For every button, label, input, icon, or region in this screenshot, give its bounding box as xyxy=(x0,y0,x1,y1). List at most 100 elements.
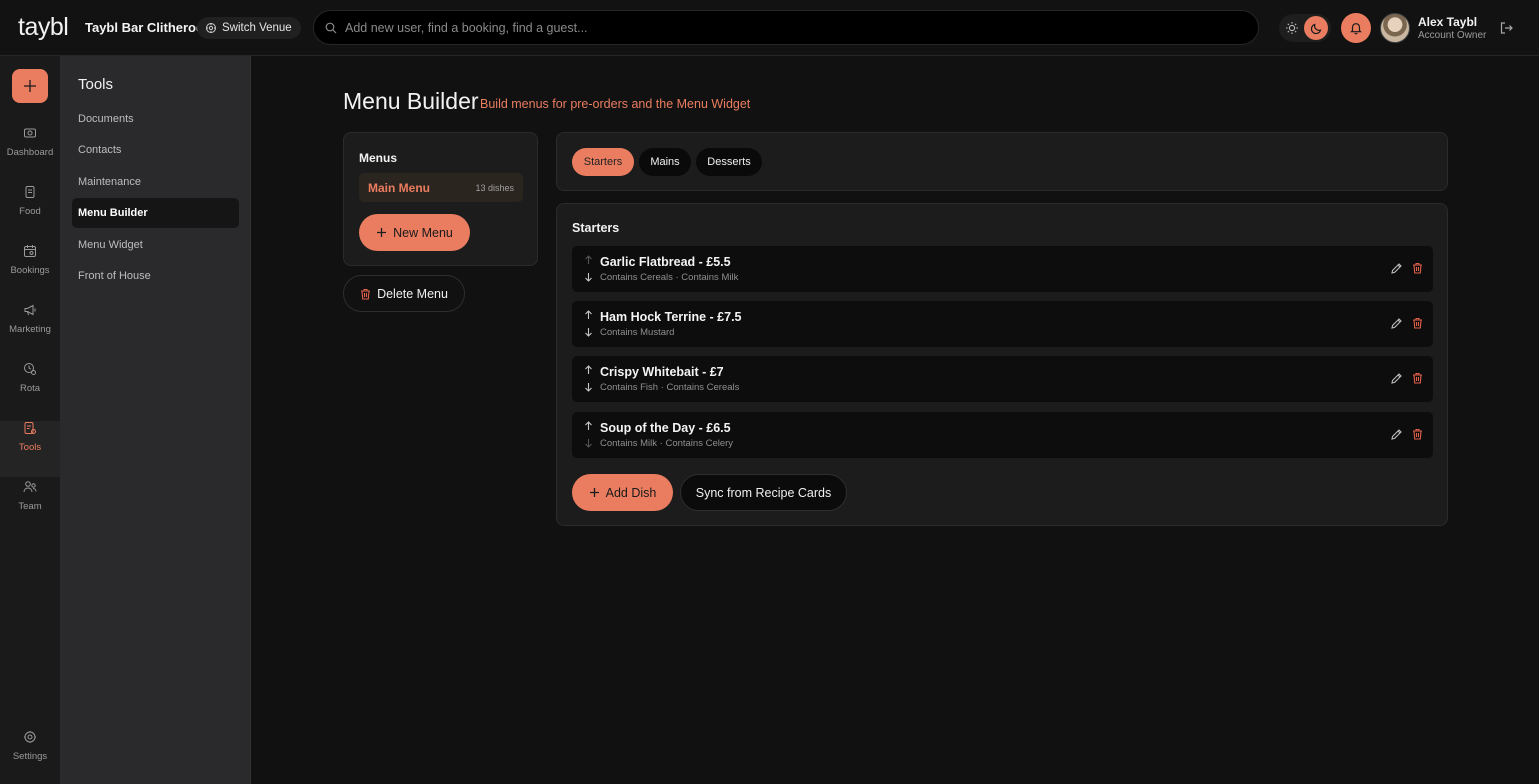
logout-icon[interactable] xyxy=(1499,21,1513,35)
notifications-button[interactable] xyxy=(1341,13,1371,43)
search-placeholder: Add new user, find a booking, find a gue… xyxy=(345,20,588,35)
menu-item-main-menu[interactable]: Main Menu 13 dishes xyxy=(359,173,523,202)
switch-venue-label: Switch Venue xyxy=(222,22,292,34)
tool-item-contacts[interactable]: Contacts xyxy=(72,135,239,165)
gear-icon xyxy=(0,730,60,744)
nav-label: Marketing xyxy=(9,324,51,335)
nav-label: Settings xyxy=(12,751,48,762)
tool-item-documents[interactable]: Documents xyxy=(72,104,239,134)
move-down-icon[interactable] xyxy=(584,272,593,282)
moon-icon[interactable] xyxy=(1304,16,1328,40)
avatar[interactable] xyxy=(1380,13,1410,43)
global-search-input[interactable]: Add new user, find a booking, find a gue… xyxy=(313,10,1259,45)
move-down-icon[interactable] xyxy=(584,382,593,392)
sun-icon[interactable] xyxy=(1285,21,1299,35)
nav-settings[interactable]: Settings xyxy=(0,730,60,784)
trash-icon[interactable] xyxy=(1412,262,1423,274)
sync-recipe-cards-button[interactable]: Sync from Recipe Cards xyxy=(680,474,847,511)
nav-bookings[interactable]: Bookings xyxy=(0,244,60,300)
move-up-icon[interactable] xyxy=(584,310,593,320)
bell-icon xyxy=(1349,21,1363,35)
dish-allergens: Contains Cereals · Contains Milk xyxy=(600,272,739,283)
search-icon xyxy=(325,22,337,34)
new-menu-button[interactable]: New Menu xyxy=(359,214,470,251)
nav-label: Tools xyxy=(18,442,42,453)
menus-card: Menus Main Menu 13 dishes New Menu xyxy=(343,132,538,266)
rota-icon xyxy=(0,362,60,376)
move-down-icon[interactable] xyxy=(584,438,593,448)
page-title: Menu Builder xyxy=(343,88,479,114)
taybl-logo[interactable]: taybl xyxy=(18,13,69,42)
dish-name: Crispy Whitebait - £7 xyxy=(600,365,724,379)
course-tabs-card: Starters Mains Desserts xyxy=(556,132,1448,191)
page-subtitle: Build menus for pre-orders and the Menu … xyxy=(480,97,751,111)
pencil-icon[interactable] xyxy=(1390,428,1403,441)
plus-icon xyxy=(589,487,600,498)
icon-rail: Dashboard Food Bookings Marketing Rota T… xyxy=(0,56,60,784)
dish-allergens: Contains Fish · Contains Cereals xyxy=(600,382,740,393)
section-heading: Starters xyxy=(572,221,620,235)
switch-venue-icon xyxy=(205,22,217,34)
new-menu-label: New Menu xyxy=(393,225,453,240)
nav-tools[interactable]: Tools xyxy=(0,421,60,477)
dish-row: Garlic Flatbread - £5.5 Contains Cereals… xyxy=(572,246,1433,292)
menu-item-count: 13 dishes xyxy=(475,182,514,193)
plus-icon xyxy=(22,78,38,94)
tab-mains[interactable]: Mains xyxy=(639,148,691,176)
dish-name: Soup of the Day - £6.5 xyxy=(600,421,731,435)
delete-menu-label: Delete Menu xyxy=(377,286,448,301)
dashboard-icon xyxy=(0,126,60,140)
tool-item-menu-widget[interactable]: Menu Widget xyxy=(72,230,239,260)
pencil-icon[interactable] xyxy=(1390,372,1403,385)
menus-heading: Menus xyxy=(359,151,398,165)
user-name: Alex Taybl xyxy=(1418,15,1478,29)
tools-sidebar: Tools Documents Contacts Maintenance Men… xyxy=(60,56,251,784)
nav-marketing[interactable]: Marketing xyxy=(0,303,60,359)
move-up-icon[interactable] xyxy=(584,365,593,375)
add-dish-button[interactable]: Add Dish xyxy=(572,474,673,511)
move-up-icon[interactable] xyxy=(584,255,593,265)
nav-label: Dashboard xyxy=(6,147,54,158)
dish-row: Crispy Whitebait - £7 Contains Fish · Co… xyxy=(572,356,1433,402)
tab-desserts[interactable]: Desserts xyxy=(696,148,762,176)
food-icon xyxy=(0,185,60,199)
trash-icon xyxy=(360,288,371,300)
trash-icon[interactable] xyxy=(1412,317,1423,329)
menu-item-name: Main Menu xyxy=(368,180,430,195)
tools-title: Tools xyxy=(78,76,114,93)
nav-label: Bookings xyxy=(10,265,50,276)
delete-menu-button[interactable]: Delete Menu xyxy=(343,275,465,312)
dish-allergens: Contains Mustard xyxy=(600,327,675,338)
bookings-icon xyxy=(0,244,60,258)
pencil-icon[interactable] xyxy=(1390,317,1403,330)
tool-item-menu-builder[interactable]: Menu Builder xyxy=(72,198,239,228)
quick-add-button[interactable] xyxy=(12,69,48,103)
move-down-icon[interactable] xyxy=(584,327,593,337)
dish-name: Garlic Flatbread - £5.5 xyxy=(600,255,731,269)
venue-name: Taybl Bar Clitheroe xyxy=(85,20,204,35)
tool-item-maintenance[interactable]: Maintenance xyxy=(72,167,239,197)
nav-rota[interactable]: Rota xyxy=(0,362,60,418)
trash-icon[interactable] xyxy=(1412,372,1423,384)
plus-icon xyxy=(376,227,387,238)
dishes-card: Starters Garlic Flatbread - £5.5 Contain… xyxy=(556,203,1448,526)
dish-name: Ham Hock Terrine - £7.5 xyxy=(600,310,742,324)
megaphone-icon xyxy=(0,303,60,317)
nav-label: Food xyxy=(19,206,41,217)
top-bar: taybl Taybl Bar Clitheroe Switch Venue A… xyxy=(0,0,1539,56)
move-up-icon[interactable] xyxy=(584,421,593,431)
nav-label: Team xyxy=(18,501,42,512)
nav-label: Rota xyxy=(19,383,41,394)
nav-dashboard[interactable]: Dashboard xyxy=(0,126,60,182)
tab-starters[interactable]: Starters xyxy=(572,148,634,176)
nav-team[interactable]: Team xyxy=(0,480,60,536)
dish-allergens: Contains Milk · Contains Celery xyxy=(600,438,734,449)
tools-icon xyxy=(0,421,60,435)
trash-icon[interactable] xyxy=(1412,428,1423,440)
switch-venue-button[interactable]: Switch Venue xyxy=(197,17,301,39)
nav-food[interactable]: Food xyxy=(0,185,60,241)
team-icon xyxy=(0,480,60,494)
pencil-icon[interactable] xyxy=(1390,262,1403,275)
tool-item-front-of-house[interactable]: Front of House xyxy=(72,261,239,291)
theme-toggle[interactable] xyxy=(1279,14,1331,42)
